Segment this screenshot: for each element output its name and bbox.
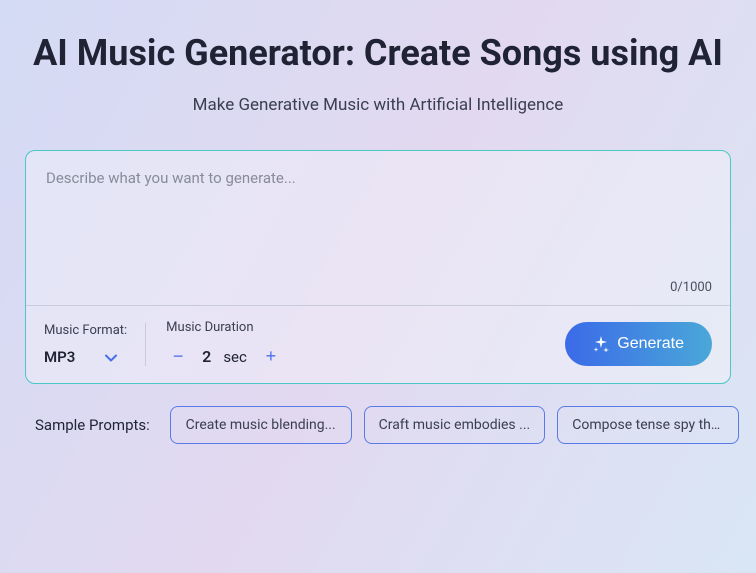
char-counter: 0/1000 [670,280,712,295]
format-group: Music Format: MP3 [44,323,146,366]
generator-panel: 0/1000 Music Format: MP3 Music Duration … [25,150,731,384]
sample-prompt-chip[interactable]: Craft music embodies ... [364,406,546,444]
sample-prompts-label: Sample Prompts: [35,416,150,434]
page-subtitle: Make Generative Music with Artificial In… [25,95,731,115]
duration-group: Music Duration − 2 sec + [166,320,283,369]
sample-prompt-chip[interactable]: Create music blending... [170,406,352,444]
format-value: MP3 [44,348,75,366]
prompt-input-wrap: 0/1000 [26,151,730,306]
duration-label: Music Duration [166,320,283,335]
duration-value: 2 [202,347,211,366]
duration-unit: sec [223,348,247,366]
prompt-input[interactable] [26,151,730,301]
sparkle-icon [593,336,609,352]
sample-prompts-list: Create music blending... Craft music emb… [170,406,739,444]
format-select[interactable]: MP3 [44,348,127,366]
generate-button[interactable]: Generate [565,322,712,366]
format-label: Music Format: [44,323,127,338]
sample-prompts-row: Sample Prompts: Create music blending...… [25,406,731,444]
duration-decrease-button[interactable]: − [166,345,190,369]
sample-prompt-chip[interactable]: Compose tense spy thr... [557,406,739,444]
duration-stepper: − 2 sec + [166,345,283,369]
page-title: AI Music Generator: Create Songs using A… [25,30,731,77]
controls-row: Music Format: MP3 Music Duration − 2 sec… [26,306,730,383]
chevron-down-icon [105,348,117,366]
duration-increase-button[interactable]: + [259,345,283,369]
generate-button-label: Generate [617,335,684,353]
